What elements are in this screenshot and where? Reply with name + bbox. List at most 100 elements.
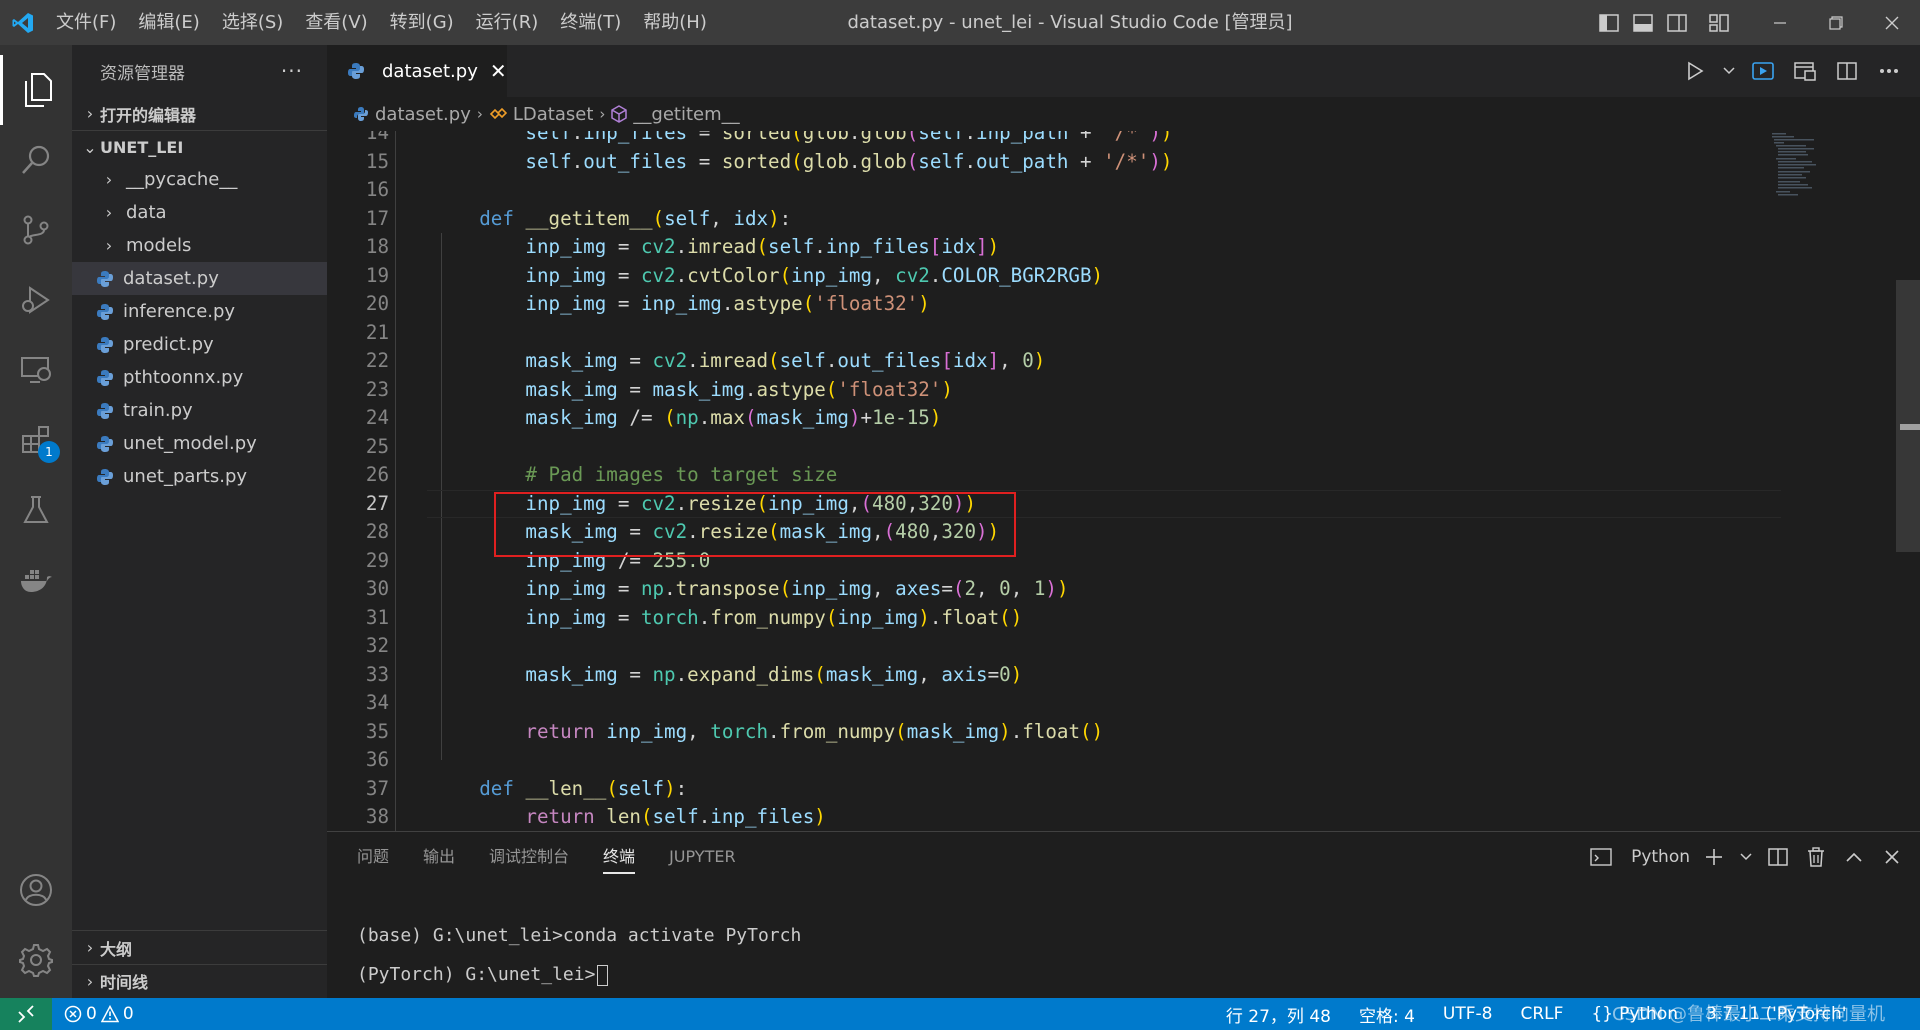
code-line[interactable]: 19 inp_img = cv2.cvtColor(inp_img, cv2.C… [327, 262, 1787, 291]
split-editor-icon[interactable] [1830, 54, 1864, 88]
code-line[interactable]: 38 return len(self.inp_files) [327, 803, 1787, 831]
menu-run[interactable]: 运行(R) [465, 0, 550, 45]
terminal-prompt-line[interactable]: (PyTorch) G:\unet_lei> [357, 964, 609, 986]
menu-file[interactable]: 文件(F) [45, 0, 127, 45]
tree-file-selected[interactable]: dataset.py [72, 262, 327, 295]
menu-go[interactable]: 转到(G) [379, 0, 465, 45]
open-editors-section[interactable]: › 打开的编辑器 [72, 97, 327, 130]
line-ending[interactable]: CRLF [1520, 1004, 1563, 1024]
tree-file[interactable]: inference.py [72, 295, 327, 328]
code-line[interactable]: 18 inp_img = cv2.imread(self.inp_files[i… [327, 233, 1787, 262]
breadcrumb-class[interactable]: LDataset [513, 104, 594, 125]
close-window-icon[interactable] [1864, 0, 1920, 45]
tree-folder[interactable]: › data [72, 196, 327, 229]
code-line[interactable]: 31 inp_img = torch.from_numpy(inp_img).f… [327, 604, 1787, 633]
code-line[interactable]: 23 mask_img = mask_img.astype('float32') [327, 376, 1787, 405]
chevron-up-icon[interactable] [1840, 843, 1868, 871]
terminal-name[interactable]: Python [1631, 847, 1690, 867]
testing-icon[interactable] [0, 475, 72, 545]
customize-layout-icon[interactable] [1702, 0, 1736, 45]
timeline-section[interactable]: › 时间线 [72, 964, 327, 997]
tab-output[interactable]: 输出 [423, 832, 455, 882]
warning-count: 0 [122, 1004, 134, 1024]
code-line[interactable]: 33 mask_img = np.expand_dims(mask_img, a… [327, 661, 1787, 690]
tab-problems[interactable]: 问题 [357, 832, 389, 882]
cursor-position[interactable]: 行 27，列 48 [1226, 1002, 1331, 1027]
tab-dataset-py[interactable]: dataset.py ✕ [327, 45, 507, 97]
source-control-icon[interactable] [0, 195, 72, 265]
editor-scrollbar[interactable] [1896, 280, 1920, 552]
menu-view[interactable]: 查看(V) [294, 0, 378, 45]
code-line[interactable]: 22 mask_img = cv2.imread(self.out_files[… [327, 347, 1787, 376]
file-label: unet_parts.py [123, 466, 248, 487]
run-cell-icon[interactable] [1746, 54, 1780, 88]
scrollbar-cursor-marker [1900, 424, 1920, 430]
menu-help[interactable]: 帮助(H) [632, 0, 718, 45]
code-line[interactable]: 20 inp_img = inp_img.astype('float32') [327, 290, 1787, 319]
minimap[interactable] [1770, 131, 1850, 211]
code-line[interactable]: 25 [327, 433, 1787, 462]
chevron-down-icon[interactable] [1738, 843, 1754, 871]
remote-explorer-icon[interactable] [0, 335, 72, 405]
toggle-panel-icon[interactable] [1626, 0, 1660, 45]
workspace-folder-section[interactable]: ⌄ UNET_LEI [72, 130, 327, 163]
code-line[interactable]: 37 def __len__(self): [327, 775, 1787, 804]
code-line[interactable]: 26 # Pad images to target size [327, 461, 1787, 490]
encoding[interactable]: UTF-8 [1443, 1004, 1493, 1024]
code-line[interactable]: 14 self.inp_files = sorted(glob.glob(sel… [327, 131, 1787, 148]
tree-file[interactable]: train.py [72, 394, 327, 427]
code-line[interactable]: 21 [327, 319, 1787, 348]
menu-selection[interactable]: 选择(S) [211, 0, 294, 45]
remote-indicator-icon[interactable] [0, 998, 52, 1030]
settings-gear-icon[interactable] [0, 925, 72, 995]
code-line[interactable]: 35 return inp_img, torch.from_numpy(mask… [327, 718, 1787, 747]
code-line[interactable]: 30 inp_img = np.transpose(inp_img, axes=… [327, 575, 1787, 604]
toggle-sidebar-icon[interactable] [1592, 0, 1626, 45]
code-line[interactable]: 16 [327, 176, 1787, 205]
problems-indicator[interactable]: 0 0 [64, 998, 134, 1030]
breadcrumb-method[interactable]: __getitem__ [633, 104, 739, 125]
search-icon[interactable] [0, 125, 72, 195]
split-terminal-icon[interactable] [1764, 843, 1792, 871]
menu-edit[interactable]: 编辑(E) [127, 0, 210, 45]
outline-section[interactable]: › 大纲 [72, 931, 327, 964]
toggle-secondary-sidebar-icon[interactable] [1660, 0, 1694, 45]
more-actions-icon[interactable]: ··· [281, 59, 303, 83]
chevron-down-icon[interactable] [1720, 54, 1738, 88]
breadcrumb-file[interactable]: dataset.py [375, 104, 471, 125]
extensions-icon[interactable] [0, 405, 72, 475]
language-mode[interactable]: {} Python [1591, 1004, 1678, 1024]
menu-terminal[interactable]: 终端(T) [549, 0, 632, 45]
restore-icon[interactable] [1808, 0, 1864, 45]
trash-icon[interactable] [1802, 843, 1830, 871]
tree-folder[interactable]: › models [72, 229, 327, 262]
code-line[interactable]: 17 def __getitem__(self, idx): [327, 205, 1787, 234]
explorer-icon[interactable] [0, 55, 72, 125]
tree-file[interactable]: unet_model.py [72, 427, 327, 460]
run-file-icon[interactable] [1678, 54, 1712, 88]
tree-file[interactable]: unet_parts.py [72, 460, 327, 493]
code-line[interactable]: 24 mask_img /= (np.max(mask_img)+1e-15) [327, 404, 1787, 433]
open-preview-icon[interactable] [1788, 54, 1822, 88]
code-line[interactable]: 32 [327, 632, 1787, 661]
account-icon[interactable] [0, 855, 72, 925]
tree-folder[interactable]: › __pycache__ [72, 163, 327, 196]
code-line[interactable]: 36 [327, 746, 1787, 775]
docker-icon[interactable] [0, 545, 72, 615]
tree-file[interactable]: pthtoonnx.py [72, 361, 327, 394]
code-editor[interactable]: 14 self.inp_files = sorted(glob.glob(sel… [327, 131, 1920, 831]
close-panel-icon[interactable] [1878, 843, 1906, 871]
more-actions-icon[interactable] [1872, 54, 1906, 88]
code-line[interactable]: 15 self.out_files = sorted(glob.glob(sel… [327, 148, 1787, 177]
tree-file[interactable]: predict.py [72, 328, 327, 361]
indentation[interactable]: 空格: 4 [1359, 1002, 1415, 1027]
tab-debug-console[interactable]: 调试控制台 [489, 832, 569, 882]
new-terminal-icon[interactable] [1700, 843, 1728, 871]
tab-close-icon[interactable]: ✕ [490, 59, 507, 83]
python-interpreter[interactable]: 3.7.11 ('PyTorch' [1706, 1004, 1896, 1024]
code-line[interactable]: 34 [327, 689, 1787, 718]
minimize-icon[interactable] [1752, 0, 1808, 45]
run-debug-icon[interactable] [0, 265, 72, 335]
tab-jupyter[interactable]: JUPYTER [669, 832, 736, 882]
tab-terminal[interactable]: 终端 [603, 832, 636, 882]
